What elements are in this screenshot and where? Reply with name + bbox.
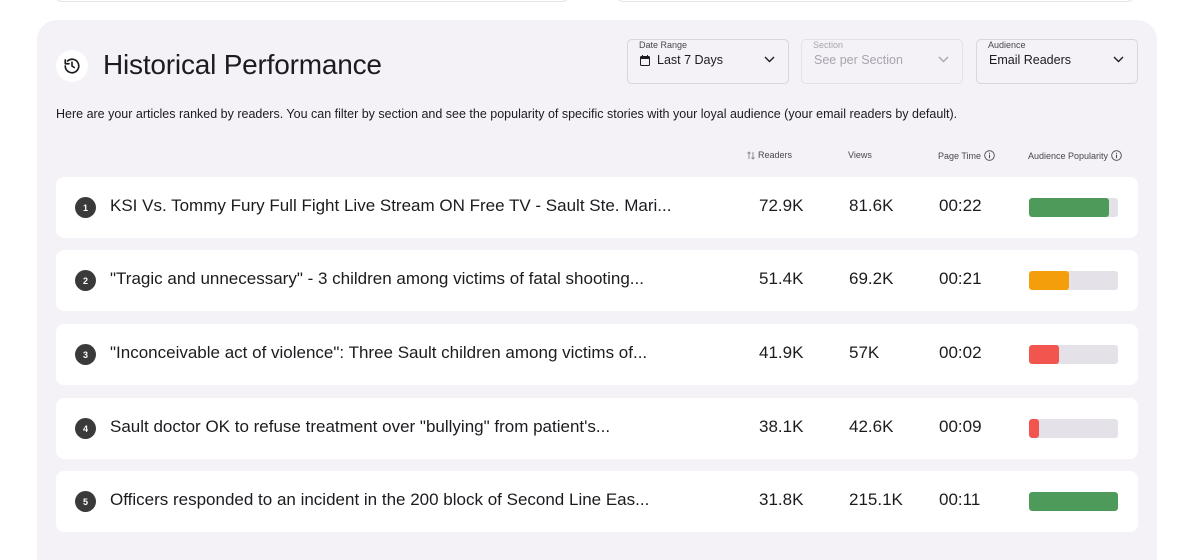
top-cards: [0, 0, 1183, 6]
chevron-down-icon: [764, 56, 775, 63]
readers-value: 41.9K: [759, 343, 804, 362]
popularity-bar: [1029, 345, 1118, 364]
article-title[interactable]: Sault doctor OK to refuse treatment over…: [110, 417, 610, 437]
date-range-select[interactable]: Date Range Last 7 Days: [627, 39, 789, 84]
column-header-readers[interactable]: Readers: [747, 150, 792, 160]
sort-icon: [747, 150, 755, 160]
popularity-fill: [1029, 271, 1070, 290]
audience-label: Audience: [988, 40, 1026, 50]
page-time-value: 00:09: [939, 417, 982, 436]
popularity-bar: [1029, 492, 1118, 511]
date-range-label: Date Range: [639, 40, 688, 50]
chevron-down-icon: [1113, 56, 1124, 63]
readers-value: 72.9K: [759, 196, 804, 215]
section-placeholder: See per Section: [814, 53, 903, 67]
popularity-bar: [1029, 271, 1118, 290]
article-row[interactable]: 4 Sault doctor OK to refuse treatment ov…: [56, 398, 1138, 459]
popularity-fill: [1029, 198, 1110, 217]
info-icon: [1111, 150, 1122, 161]
readers-value: 31.8K: [759, 490, 804, 509]
readers-value: 51.4K: [759, 269, 804, 288]
top-card-left: [52, 0, 572, 2]
info-icon: [984, 150, 995, 161]
rank-badge: 4: [75, 418, 96, 439]
history-icon: [56, 50, 88, 82]
audience-value: Email Readers: [989, 53, 1071, 67]
views-value: 81.6K: [849, 196, 894, 215]
section-label: Section: [813, 40, 844, 50]
views-value: 69.2K: [849, 269, 894, 288]
views-value: 57K: [849, 343, 880, 362]
popularity-fill: [1029, 345, 1060, 364]
audience-select[interactable]: Audience Email Readers: [976, 39, 1138, 84]
column-header-audience-popularity[interactable]: Audience Popularity: [1028, 150, 1122, 161]
rank-badge: 3: [75, 344, 96, 365]
column-header-page-time[interactable]: Page Time: [938, 150, 995, 161]
calendar-icon: [640, 54, 650, 66]
column-header-views[interactable]: Views: [848, 150, 872, 160]
article-row[interactable]: 3 "Inconceivable act of violence": Three…: [56, 324, 1138, 385]
page-time-value: 00:02: [939, 343, 982, 362]
page-title: Historical Performance: [103, 49, 382, 80]
page-time-value: 00:21: [939, 269, 982, 288]
article-row[interactable]: 1 KSI Vs. Tommy Fury Full Fight Live Str…: [56, 177, 1138, 238]
article-row[interactable]: 2 "Tragic and unnecessary" - 3 children …: [56, 250, 1138, 311]
article-title[interactable]: KSI Vs. Tommy Fury Full Fight Live Strea…: [110, 196, 671, 216]
popularity-bar: [1029, 198, 1118, 217]
article-title[interactable]: "Tragic and unnecessary" - 3 children am…: [110, 269, 644, 289]
historical-performance-panel: Historical Performance Date Range Last 7…: [37, 20, 1157, 560]
popularity-bar: [1029, 419, 1118, 438]
views-value: 42.6K: [849, 417, 894, 436]
section-select[interactable]: Section See per Section: [801, 39, 963, 84]
rank-badge: 2: [75, 270, 96, 291]
rank-badge: 1: [75, 197, 96, 218]
chevron-down-icon: [938, 56, 949, 63]
popularity-fill: [1029, 419, 1039, 438]
rank-badge: 5: [75, 491, 96, 512]
date-range-value: Last 7 Days: [640, 53, 723, 67]
article-title[interactable]: Officers responded to an incident in the…: [110, 490, 649, 510]
panel-description: Here are your articles ranked by readers…: [56, 107, 958, 121]
article-title[interactable]: "Inconceivable act of violence": Three S…: [110, 343, 647, 363]
top-card-right: [613, 0, 1137, 2]
popularity-fill: [1029, 492, 1118, 511]
article-row[interactable]: 5 Officers responded to an incident in t…: [56, 471, 1138, 532]
page-time-value: 00:11: [939, 490, 981, 509]
views-value: 215.1K: [849, 490, 903, 509]
page-time-value: 00:22: [939, 196, 982, 215]
readers-value: 38.1K: [759, 417, 804, 436]
